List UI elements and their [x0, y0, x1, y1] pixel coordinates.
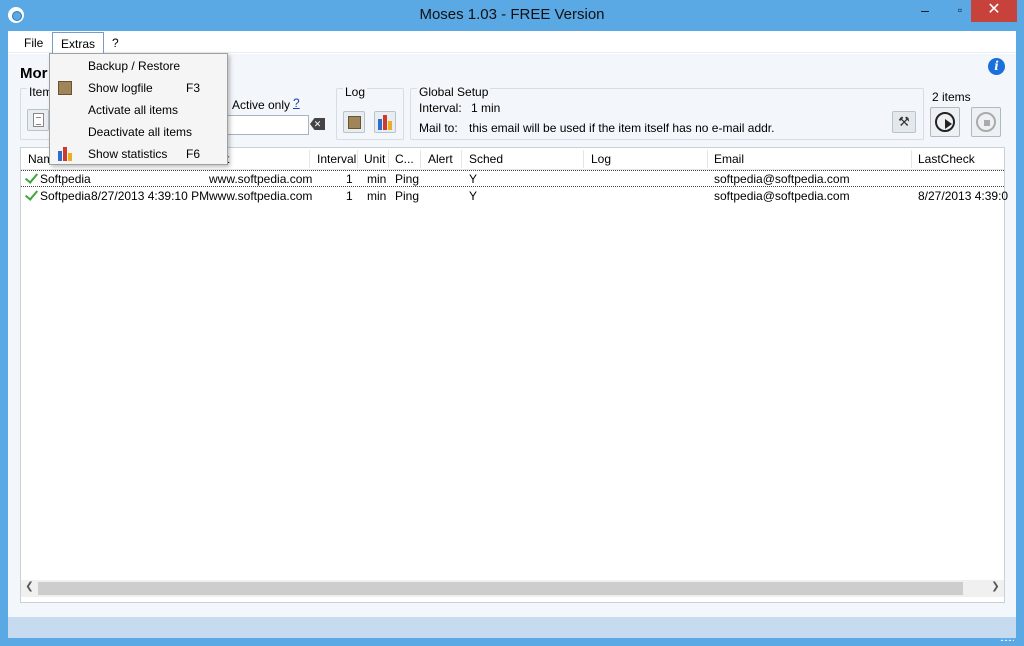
- col-interval[interactable]: Interval: [317, 152, 356, 166]
- col-alert[interactable]: Alert: [428, 152, 453, 166]
- cell-interval: 1: [346, 189, 353, 203]
- show-logfile-button[interactable]: [343, 111, 365, 133]
- logfile-icon: [348, 116, 361, 129]
- play-icon: [935, 112, 955, 132]
- table-row[interactable]: Softpedia www.softpedia.com 1 min Ping Y…: [21, 170, 1004, 187]
- menu-item-activate-all[interactable]: Activate all items: [51, 99, 226, 121]
- scrollbar-thumb[interactable]: [38, 582, 963, 595]
- col-check[interactable]: C...: [395, 152, 414, 166]
- items-count: 2 items: [932, 90, 971, 104]
- menu-item-deactivate-all[interactable]: Deactivate all items: [51, 121, 226, 143]
- window-title: Moses 1.03 - FREE Version: [419, 6, 605, 23]
- menu-item-label: Show logfile: [88, 81, 153, 95]
- interval-label: Interval:: [419, 101, 462, 115]
- log-group-label: Log: [343, 85, 368, 99]
- stop-button[interactable]: [971, 107, 1001, 137]
- col-email[interactable]: Email: [714, 152, 744, 166]
- wrench-icon: ⚒: [898, 114, 910, 129]
- logfile-icon: [58, 81, 72, 95]
- menu-item-show-statistics[interactable]: Show statistics F6: [51, 143, 226, 165]
- cell-check: Ping: [395, 189, 420, 203]
- global-setup-group: Global Setup Interval: 1 min Mail to: th…: [410, 85, 924, 140]
- cell-unit: min: [367, 189, 387, 203]
- col-sched[interactable]: Sched: [469, 152, 503, 166]
- cell-lastcheck-short: 8/27/2013 4:39:10 PM: [91, 189, 210, 203]
- menu-item-label: Deactivate all items: [88, 125, 193, 139]
- table-row[interactable]: Softpedia 8/27/2013 4:39:10 PM www.softp…: [21, 188, 1008, 205]
- title-bar: Moses 1.03 - FREE Version ‒ ▫ ✕: [0, 0, 1024, 31]
- cell-unit: min: [367, 172, 387, 186]
- col-unit[interactable]: Unit: [364, 152, 385, 166]
- statistics-icon: [58, 147, 72, 161]
- log-group: Log: [336, 85, 404, 140]
- status-strip: [8, 617, 1016, 638]
- menu-file[interactable]: File: [16, 34, 51, 53]
- cell-sched: Y: [469, 189, 478, 203]
- cell-email: softpedia@softpedia.com: [714, 172, 850, 186]
- cell-name: Softpedia: [40, 189, 91, 203]
- col-log[interactable]: Log: [591, 152, 611, 166]
- extras-dropdown: Backup / Restore Show logfile F3 Activat…: [49, 53, 228, 165]
- menu-bar: File Extras ?: [8, 31, 1016, 53]
- active-only-help-link[interactable]: ?: [293, 96, 300, 110]
- menu-help[interactable]: ?: [104, 34, 127, 53]
- cell-target: www.softpedia.com: [209, 189, 313, 203]
- menu-extras[interactable]: Extras: [52, 32, 105, 53]
- page-title: Mor: [20, 65, 48, 82]
- menu-item-shortcut: F3: [186, 81, 201, 95]
- cell-name: Softpedia: [40, 172, 91, 186]
- menu-item-label: Activate all items: [88, 103, 179, 117]
- menu-item-backup-restore[interactable]: Backup / Restore: [51, 55, 226, 77]
- statistics-icon: [378, 115, 393, 130]
- minimize-button[interactable]: ‒: [910, 0, 940, 22]
- menu-item-label: Show statistics: [88, 147, 168, 161]
- filter-input[interactable]: [226, 115, 309, 135]
- scroll-left-icon[interactable]: ❮: [21, 581, 38, 592]
- cell-target: www.softpedia.com: [209, 172, 313, 186]
- cell-email: softpedia@softpedia.com: [714, 189, 850, 203]
- stop-icon: [976, 112, 996, 132]
- start-button[interactable]: [930, 107, 960, 137]
- checkmark-icon[interactable]: [25, 171, 37, 184]
- menu-item-show-logfile[interactable]: Show logfile F3: [51, 77, 226, 99]
- horizontal-scrollbar[interactable]: ❮ ❯: [21, 580, 1004, 597]
- active-only-label: Active only: [232, 98, 291, 112]
- cell-check: Ping: [395, 172, 420, 186]
- close-button[interactable]: ✕: [971, 0, 1017, 22]
- menu-item-label: Backup / Restore: [88, 59, 181, 73]
- interval-value: 1 min: [471, 101, 501, 115]
- cell-sched: Y: [469, 172, 478, 186]
- cell-lastcheck: 8/27/2013 4:39:0: [918, 189, 1009, 203]
- info-icon[interactable]: i: [988, 58, 1005, 75]
- checkmark-icon[interactable]: [25, 188, 37, 201]
- mail-value: this email will be used if the item itse…: [469, 121, 775, 135]
- new-item-button[interactable]: [27, 109, 49, 131]
- global-settings-button[interactable]: ⚒: [892, 111, 916, 133]
- mail-label: Mail to:: [419, 121, 458, 135]
- menu-item-shortcut: F6: [186, 147, 201, 161]
- show-statistics-button[interactable]: [374, 111, 396, 133]
- document-icon: [33, 113, 44, 127]
- items-table: Name t Interval Unit C... Alert Sched Lo…: [20, 147, 1008, 603]
- global-setup-label: Global Setup: [417, 85, 491, 99]
- cell-interval: 1: [346, 172, 353, 186]
- scroll-right-icon[interactable]: ❯: [987, 581, 1004, 592]
- col-lastcheck[interactable]: LastCheck: [918, 152, 975, 166]
